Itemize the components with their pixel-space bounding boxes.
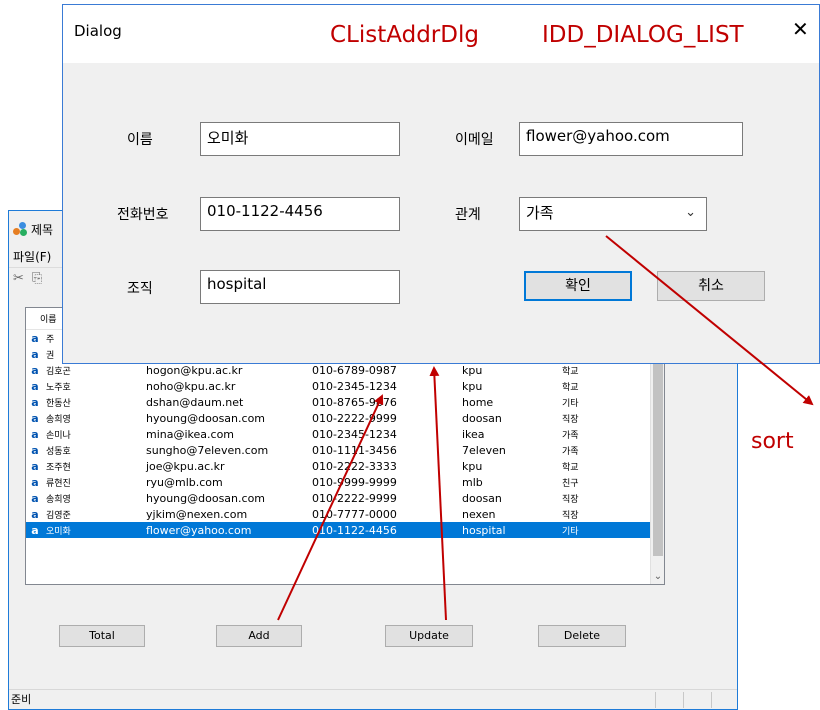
annotation-arrows	[277, 235, 814, 621]
add-arrow	[277, 394, 384, 621]
sort-arrow	[605, 235, 814, 406]
update-arrow	[429, 366, 447, 621]
